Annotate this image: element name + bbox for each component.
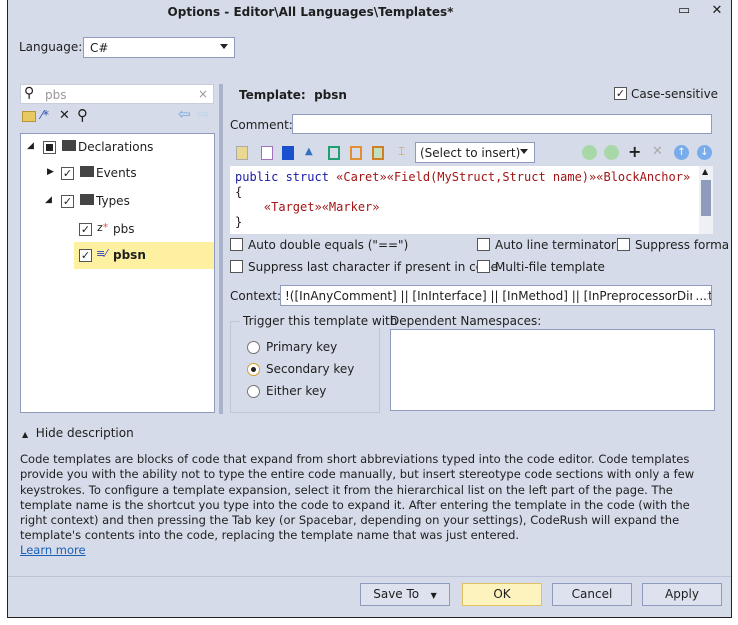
template-new-icon: z* [97,221,109,234]
paste-icon[interactable] [236,146,248,160]
context-more-button[interactable]: ... [691,289,707,303]
auto-double-equals-checkbox[interactable] [230,238,243,251]
primary-key-radio[interactable] [247,341,260,354]
previous-icon[interactable] [582,145,597,160]
add-icon[interactable]: + [628,142,641,161]
apply-button[interactable]: Apply [642,583,722,606]
maximize-icon[interactable]: ▭ [674,3,694,18]
language-label: Language: [19,40,83,54]
remove-icon[interactable]: ✕ [652,144,663,159]
tree-item-pbs[interactable]: ✓ z* pbs [21,218,214,242]
new-template-icon[interactable]: ⁄* [41,108,49,122]
tree-item-types[interactable]: ◢ ✓ Types [21,190,214,214]
editor-scrollbar[interactable]: ▲ [699,166,713,234]
move-down-icon[interactable]: ↓ [697,145,712,160]
case-sensitive-checkbox[interactable]: ✓ [614,87,627,100]
block-anchor-icon[interactable]: ⌶ [398,144,405,159]
cancel-button[interactable]: Cancel [552,583,632,606]
tree-item-events[interactable]: ▶ ✓ Events [21,162,214,186]
folder-icon [62,140,76,151]
tree-item-declarations[interactable]: ◢ Declarations [21,136,214,160]
clear-search-icon[interactable]: × [198,87,208,101]
context-label: Context: [230,289,282,303]
text-field-icon[interactable] [261,146,273,160]
expanded-icon[interactable]: ◢ [27,141,34,151]
splitter[interactable] [219,84,223,414]
suppress-last-char-checkbox[interactable] [230,260,243,273]
selection-icon[interactable] [282,146,294,160]
comment-input[interactable] [292,114,712,134]
insert-select[interactable]: (Select to insert) [415,142,535,163]
namespaces-input[interactable] [390,329,715,411]
tree-item-pbsn[interactable]: ✓ ≡⁄ pbsn [74,242,214,269]
folder-icon [80,166,94,177]
next-icon[interactable] [604,145,619,160]
chevron-down-icon [520,149,528,154]
suppress-format-checkbox[interactable] [617,238,630,251]
multi-file-checkbox[interactable] [477,260,490,273]
template-icon: ≡⁄ [96,247,108,260]
delete-icon[interactable]: ✕ [59,108,70,123]
template-label: Template: pbsn [239,88,347,102]
comment-label: Comment: [230,118,293,132]
namespaces-label: Dependent Namespaces: [390,314,542,328]
window-title: Options - Editor\All Languages\Templates… [167,5,454,19]
ok-button[interactable]: OK [462,583,542,606]
either-key-radio[interactable] [247,385,260,398]
options-dialog: Options - Editor\All Languages\Templates… [7,0,732,618]
secondary-key-radio[interactable] [247,363,260,376]
move-up-icon[interactable]: ↑ [674,145,689,160]
save-to-button[interactable]: Save To ▼ [360,583,450,606]
expanded-icon[interactable]: ◢ [45,195,52,205]
collapsed-icon[interactable]: ▶ [47,167,54,177]
folder-icon [80,194,94,205]
caret-up-icon[interactable]: ▲ [305,146,313,157]
hide-description-toggle[interactable]: ▲ Hide description [22,426,134,440]
context-input[interactable]: !([InAnyComment] || [InInterface] || [In… [280,285,712,306]
divider [8,576,731,577]
language-value: C# [90,41,109,55]
back-arrow-icon[interactable]: ⇦ [178,105,191,123]
learn-more-link[interactable]: Learn more [20,543,86,557]
find-icon[interactable]: ⚲ [77,106,88,124]
search-icon: ⚲ [24,85,35,101]
template-name: pbsn [314,88,347,102]
field-icon[interactable] [328,146,340,160]
target-icon[interactable] [372,146,384,160]
language-select[interactable]: C# [83,37,235,58]
search-input[interactable]: ⚲ pbs × [20,84,214,104]
code-editor[interactable]: public struct «Caret»«Field(MyStruct,Str… [230,166,713,234]
search-value: pbs [45,88,67,102]
forward-arrow-icon[interactable]: ⇨ [197,105,210,123]
template-tree: ◢ Declarations ▶ ✓ Events ◢ ✓ Types ✓ z*… [20,133,215,413]
close-icon[interactable]: ✕ [707,3,727,18]
marker-icon[interactable] [350,146,362,160]
description-text: Code templates are blocks of code that e… [20,452,695,543]
new-folder-icon[interactable] [22,111,36,122]
trigger-group: Trigger this template with Primary key S… [230,314,401,413]
auto-line-terminator-checkbox[interactable] [477,238,490,251]
chevron-down-icon [220,44,228,49]
